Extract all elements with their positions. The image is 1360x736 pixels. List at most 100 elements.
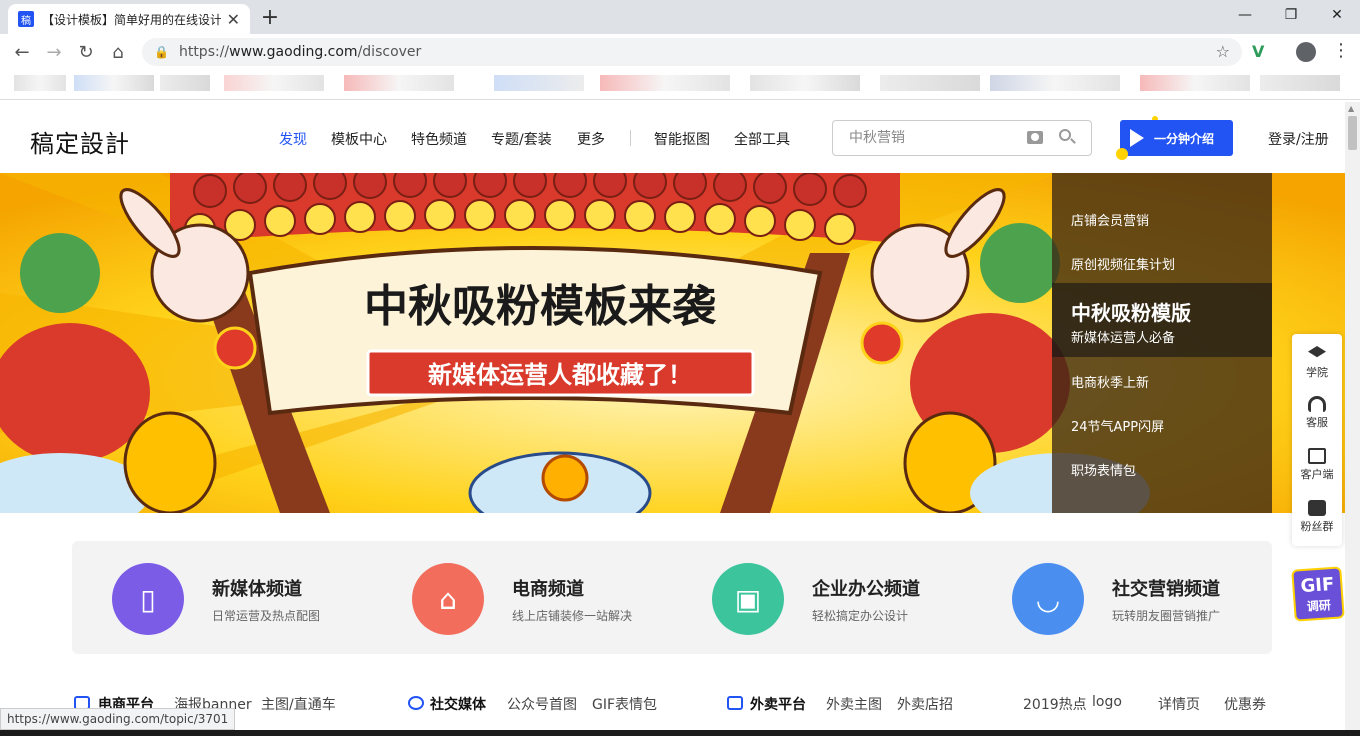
category-row: 电商平台 海报banner 主图/直通车 社交媒体 公众号首图 GIF表情包 外… [72,690,1272,720]
status-bar-url: https://www.gaoding.com/topic/3701 [0,708,236,730]
float-support[interactable]: 客服 [1292,396,1342,430]
channel-ecommerce[interactable]: ⌂ 电商频道 线上店铺装修一站解决 [412,563,692,635]
float-fans-label: 粉丝群 [1300,520,1334,533]
site-logo[interactable]: 稿定設計 [30,124,130,159]
nav-more[interactable]: 更多 [577,129,605,149]
category-link[interactable]: GIF表情包 [592,694,657,714]
scroll-up-icon[interactable]: ▲ [1348,104,1354,113]
search-icon[interactable] [1059,129,1071,141]
nav-discover[interactable]: 发现 [279,129,307,149]
nav-divider [630,130,631,146]
headset-icon [1308,396,1326,412]
category-heading[interactable]: 社交媒体 [430,694,486,714]
gif-badge-top: GIF [1299,573,1335,598]
back-icon[interactable]: ← [10,40,34,64]
graduation-cap-icon [1308,346,1326,358]
banner-menu-item[interactable]: 24节气APP闪屏 [1071,416,1164,435]
restore-icon[interactable]: ❐ [1268,0,1314,30]
nav-smart-cutout[interactable]: 智能抠图 [654,129,710,149]
gif-survey-badge[interactable]: GIF 调研 [1291,566,1345,622]
social-icon [408,696,424,710]
category-link[interactable]: 外卖店招 [897,694,953,714]
channel-panel: ▯ 新媒体频道 日常运营及热点配图 ⌂ 电商频道 线上店铺装修一站解决 ▣ 企业… [72,541,1272,654]
extension-v-icon[interactable]: V [1252,42,1264,61]
bookmark-blurred[interactable] [14,75,66,91]
category-link[interactable]: 外卖主图 [826,694,882,714]
nav-all-tools[interactable]: 全部工具 [734,129,790,149]
home-icon[interactable]: ⌂ [106,40,130,64]
reload-icon[interactable]: ↻ [74,40,98,64]
channel-title: 社交营销频道 [1112,579,1220,600]
channel-new-media[interactable]: ▯ 新媒体频道 日常运营及热点配图 [112,563,392,635]
address-bar[interactable]: 🔒 https://www.gaoding.com/discover ☆ [142,38,1242,66]
channel-enterprise[interactable]: ▣ 企业办公频道 轻松搞定办公设计 [712,563,992,635]
banner-menu-item[interactable]: 职场表情包 [1071,460,1136,479]
bookmark-blurred[interactable] [1260,75,1340,91]
hero-banner[interactable]: 中秋吸粉模板来袭 新媒体运营人都收藏了！ 店铺会员营销 原创视频征集计划 中秋吸… [0,173,1345,513]
bookmark-blurred[interactable] [160,75,210,91]
bookmark-blurred[interactable] [880,75,980,91]
banner-menu-item[interactable]: 原创视频征集计划 [1071,254,1175,273]
channel-social[interactable]: ◡ 社交营销频道 玩转朋友圈营销推广 [1012,563,1292,635]
bookmark-blurred[interactable] [344,75,454,91]
tablet-icon: ▯ [112,563,184,635]
speech-bubble-icon: ◡ [1012,563,1084,635]
floating-help-bar: 学院 客服 客户端 粉丝群 [1292,334,1342,546]
banner-menu-active-title: 中秋吸粉模版 [1071,301,1191,325]
url-host: www.gaoding.com [229,44,358,60]
close-tab-icon[interactable]: ✕ [227,10,240,29]
minimize-icon[interactable]: — [1222,0,1268,30]
float-academy-label: 学院 [1306,366,1328,379]
bookmark-blurred[interactable] [600,75,730,91]
float-academy[interactable]: 学院 [1292,346,1342,380]
intro-video-button[interactable]: 一分钟介绍 [1120,120,1233,156]
forward-icon[interactable]: → [42,40,66,64]
browser-tab[interactable]: 稿 【设计模板】简单好用的在线设计 ✕ [8,4,250,34]
browser-menu-icon[interactable]: ⋮ [1332,40,1350,61]
banner-menu-item[interactable]: 电商秋季上新 [1071,372,1149,391]
channel-subtitle: 日常运营及热点配图 [212,609,321,623]
bookmark-blurred[interactable] [224,75,324,91]
category-link[interactable]: 优惠券 [1224,694,1266,714]
page-scrollbar[interactable]: ▲ [1345,102,1360,736]
banner-menu-item[interactable]: 店铺会员营销 [1071,210,1149,229]
nav-topics[interactable]: 专题/套装 [491,129,552,149]
category-link[interactable]: 主图/直通车 [261,694,336,714]
banner-menu-item-active[interactable]: 中秋吸粉模版 新媒体运营人必备 [1052,283,1272,357]
float-client[interactable]: 客户端 [1292,448,1342,482]
profile-avatar-icon[interactable] [1296,42,1316,62]
devices-icon [1308,448,1326,464]
category-link[interactable]: 公众号首图 [507,694,577,714]
search-input[interactable] [833,121,1013,155]
url-path: /discover [357,44,422,60]
search-box [832,120,1092,156]
bookmark-blurred[interactable] [74,75,154,91]
close-window-icon[interactable]: ✕ [1314,0,1360,30]
play-icon [1130,129,1144,147]
camera-icon[interactable] [1027,131,1043,144]
category-link[interactable]: 详情页 [1158,694,1200,714]
category-heading[interactable]: 外卖平台 [750,694,806,714]
bookmark-blurred[interactable] [494,75,584,91]
lock-icon: 🔒 [154,45,169,59]
channel-title: 新媒体频道 [212,579,302,600]
bookmark-blurred[interactable] [1140,75,1250,91]
channel-title: 企业办公频道 [812,579,920,600]
category-link[interactable]: logo [1092,694,1122,710]
bookmark-star-icon[interactable]: ☆ [1216,42,1230,61]
new-tab-icon[interactable]: + [258,5,282,30]
nav-featured-channels[interactable]: 特色频道 [411,129,467,149]
login-register-link[interactable]: 登录/注册 [1268,129,1329,149]
float-fans-group[interactable]: 粉丝群 [1292,500,1342,534]
tab-title: 【设计模板】简单好用的在线设计 [42,12,221,27]
bookmark-blurred[interactable] [750,75,860,91]
channel-title: 电商频道 [512,579,584,600]
bookmark-blurred[interactable] [990,75,1120,91]
category-link[interactable]: 2019热点 [1023,694,1087,714]
os-taskbar [0,730,1360,736]
nav-template-center[interactable]: 模板中心 [331,129,387,149]
scroll-thumb[interactable] [1348,116,1357,150]
banner-menu-active-subtitle: 新媒体运营人必备 [1071,331,1176,346]
float-client-label: 客户端 [1300,468,1334,481]
chat-bubble-icon [1308,500,1326,516]
